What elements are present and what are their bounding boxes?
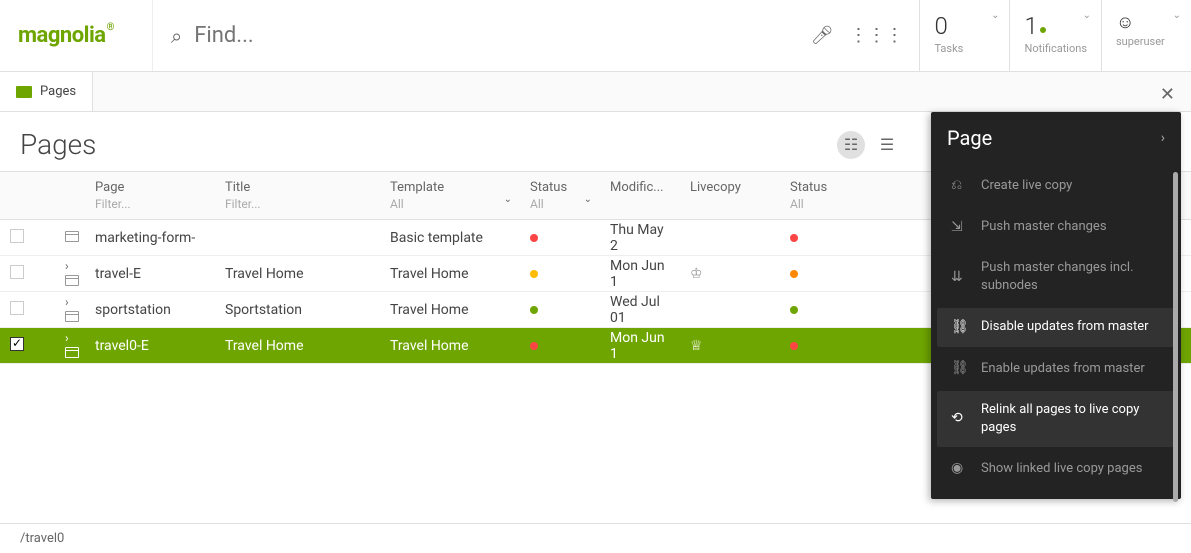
scrollbar[interactable] xyxy=(1173,172,1178,502)
cell-status2 xyxy=(780,230,900,246)
checkbox[interactable] xyxy=(10,301,24,315)
cell-page: travel-E xyxy=(85,266,215,282)
action-item: ◉ Show linked live copy pages xyxy=(937,449,1175,489)
checkbox[interactable] xyxy=(10,265,24,279)
cell-livecopy xyxy=(680,230,780,246)
action-item: ⎌ Create live copy xyxy=(937,166,1175,206)
action-label: Relink all pages to live copy pages xyxy=(981,401,1161,437)
page-icon xyxy=(65,347,79,358)
chevron-down-icon: ⌄ xyxy=(991,10,999,21)
col-page[interactable]: PageFilter... xyxy=(85,172,215,219)
expand-icon[interactable]: › xyxy=(65,295,69,309)
action-item[interactable]: ⛓ Disable updates from master xyxy=(937,308,1175,348)
cell-template: Basic template xyxy=(380,230,520,246)
search-bar: ⌕ xyxy=(152,0,795,71)
chevron-down-icon: ⌄ xyxy=(1173,10,1181,21)
cell-livecopy: ♕ xyxy=(680,338,780,354)
col-status2[interactable]: StatusAll xyxy=(780,172,900,219)
action-icon: ⛓ xyxy=(951,359,969,379)
action-icon: ⛓ xyxy=(951,318,969,338)
expand-icon[interactable]: › xyxy=(65,331,69,345)
action-label: Show linked live copy pages xyxy=(981,460,1142,478)
cell-title: Travel Home xyxy=(215,266,380,282)
action-icon: ⇊ xyxy=(951,268,969,288)
user-cell[interactable]: ☺ superuser ⌄ xyxy=(1101,0,1191,71)
status-bar: /travel0 xyxy=(0,523,1191,553)
search-input[interactable] xyxy=(194,23,776,48)
col-livecopy[interactable]: Livecopy xyxy=(680,172,780,219)
cell-livecopy xyxy=(680,302,780,318)
col-modified[interactable]: Modific... xyxy=(600,172,680,219)
cell-modified: Thu May 2 xyxy=(600,222,680,254)
action-item[interactable]: ⟲ Relink all pages to live copy pages xyxy=(937,391,1175,447)
checkbox[interactable] xyxy=(10,229,24,243)
cell-title: Sportstation xyxy=(215,302,380,318)
cell-status2 xyxy=(780,338,900,354)
logo[interactable]: magnolia® xyxy=(0,0,152,71)
tasks-cell[interactable]: 0 Tasks ⌄ xyxy=(919,0,1009,71)
action-icon: ⇲ xyxy=(951,218,969,238)
cell-template: Travel Home xyxy=(380,266,520,282)
tab-pages[interactable]: Pages xyxy=(0,72,93,111)
col-template[interactable]: TemplateAll⌄ xyxy=(380,172,520,219)
cell-status xyxy=(520,230,600,246)
close-icon[interactable]: ✕ xyxy=(1160,84,1175,105)
page-icon xyxy=(65,275,79,286)
expand-icon[interactable]: › xyxy=(65,259,69,273)
cell-title: Travel Home xyxy=(215,338,380,354)
tree-view-button[interactable]: ☷ xyxy=(837,131,865,159)
action-label: Push master changes incl. subnodes xyxy=(981,259,1161,295)
action-label: Disable updates from master xyxy=(981,318,1149,336)
chevron-down-icon: ⌄ xyxy=(504,194,512,205)
cell-page: travel0-E xyxy=(85,338,215,354)
action-icon: ⎌ xyxy=(951,176,969,196)
mic-icon[interactable]: 🎤︎ xyxy=(811,25,834,46)
cell-livecopy: ♔ xyxy=(680,266,780,282)
cell-status2 xyxy=(780,266,900,282)
cell-page: marketing-form- xyxy=(85,230,215,246)
cell-status2 xyxy=(780,302,900,318)
cell-status xyxy=(520,338,600,354)
col-status[interactable]: StatusAll⌄ xyxy=(520,172,600,219)
action-item: ⇲ Push master changes xyxy=(937,208,1175,248)
col-title[interactable]: TitleFilter... xyxy=(215,172,380,219)
action-label: Enable updates from master xyxy=(981,360,1145,378)
cell-status xyxy=(520,302,600,318)
page-title: Pages xyxy=(20,128,96,161)
chevron-down-icon: ⌄ xyxy=(1083,10,1091,21)
cell-modified: Mon Jun 1 xyxy=(600,258,680,290)
cell-page: sportstation xyxy=(85,302,215,318)
chevron-right-icon[interactable]: › xyxy=(1161,130,1165,146)
user-icon: ☺ xyxy=(1116,12,1177,33)
pages-app-icon xyxy=(16,86,32,98)
cell-template: Travel Home xyxy=(380,338,520,354)
action-label: Create live copy xyxy=(981,177,1072,195)
cell-modified: Mon Jun 1 xyxy=(600,330,680,362)
page-icon xyxy=(65,311,79,322)
page-icon xyxy=(65,231,79,242)
action-item: ⇊ Push master changes incl. subnodes xyxy=(937,249,1175,305)
cell-template: Travel Home xyxy=(380,302,520,318)
list-view-button[interactable]: ☰ xyxy=(873,131,901,159)
chevron-down-icon: ⌄ xyxy=(584,194,592,205)
apps-icon[interactable]: ⋮⋮⋮ xyxy=(849,25,903,46)
action-item: ⛓ Enable updates from master xyxy=(937,349,1175,389)
cell-status xyxy=(520,266,600,282)
panel-title: Page xyxy=(947,126,992,150)
action-icon: ⟲ xyxy=(951,409,969,429)
action-icon: ◉ xyxy=(951,459,969,479)
search-icon[interactable]: ⌕ xyxy=(171,24,182,48)
notifications-cell[interactable]: 1 Notifications ⌄ xyxy=(1009,0,1101,71)
checkbox[interactable] xyxy=(10,337,24,351)
cell-modified: Wed Jul 01 xyxy=(600,294,680,326)
action-panel: Page › ⎌ Create live copy ⇲ Push master chan… xyxy=(931,112,1181,499)
action-label: Push master changes xyxy=(981,218,1107,236)
